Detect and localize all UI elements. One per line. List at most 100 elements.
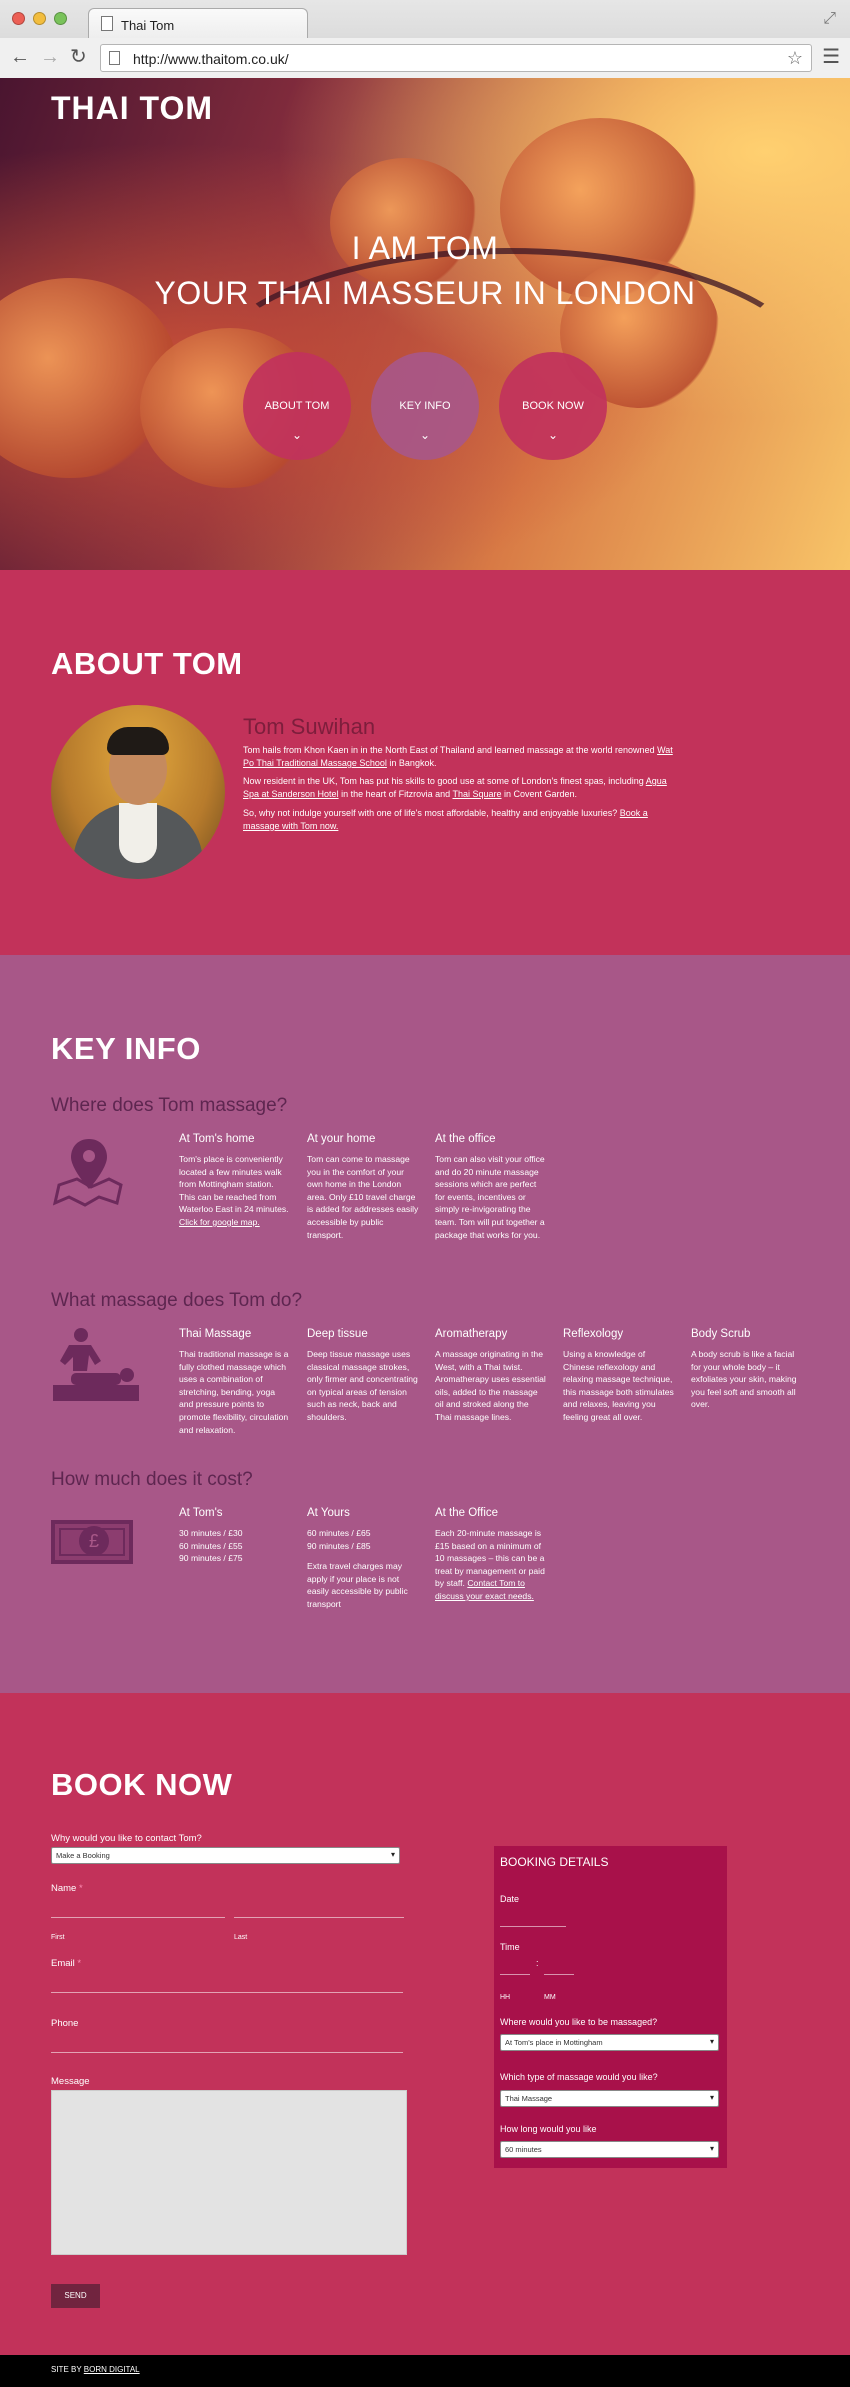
chevron-down-icon: ⌄ bbox=[419, 428, 431, 442]
hero-headline: I AM TOM bbox=[351, 230, 499, 266]
site-logo[interactable]: THAI TOM bbox=[51, 90, 213, 127]
key-info-button[interactable]: KEY INFO ⌄ bbox=[371, 352, 479, 460]
select-arrow-icon: ▾ bbox=[709, 2144, 714, 2153]
cost-col-title: At Yours bbox=[307, 1507, 350, 1519]
chevron-down-icon: ⌄ bbox=[291, 428, 303, 442]
what-col-text: A body scrub is like a facial for your w… bbox=[691, 1349, 797, 1410]
name-label: Name * bbox=[51, 1883, 83, 1894]
hero-section: THAI TOM I AM TOM YOUR THAI MASSEUR IN L… bbox=[0, 78, 850, 570]
avatar bbox=[51, 705, 225, 879]
button-label: ABOUT TOM bbox=[264, 400, 330, 412]
what-col-title: Deep tissue bbox=[307, 1328, 368, 1340]
footer: SITE BY BORN DIGITAL bbox=[0, 2355, 850, 2387]
where-heading: Where does Tom massage? bbox=[51, 1095, 288, 1116]
where-col-text: Tom can come to massage you in the comfo… bbox=[307, 1154, 419, 1240]
close-window-button[interactable] bbox=[12, 12, 25, 25]
minimize-window-button[interactable] bbox=[33, 12, 46, 25]
what-col-title: Body Scrub bbox=[691, 1328, 751, 1340]
where-col-text: Tom can also visit your office and do 20… bbox=[435, 1154, 545, 1240]
cost-col-text: 60 minutes / £65 90 minutes / £85 Extra tr… bbox=[307, 1528, 408, 1609]
browser-tab[interactable]: Thai Tom bbox=[88, 8, 308, 38]
time-label: Time bbox=[500, 1942, 520, 1952]
menu-icon[interactable]: ☰ bbox=[822, 44, 840, 69]
button-label: BOOK NOW bbox=[522, 400, 584, 412]
hero-subheadline: YOUR THAI MASSEUR IN LONDON bbox=[154, 275, 696, 311]
forward-icon[interactable]: → bbox=[40, 46, 60, 68]
tab-strip: Thai Tom ⤢ bbox=[0, 0, 850, 38]
date-input[interactable] bbox=[500, 1926, 566, 1927]
google-map-link[interactable]: Click for google map. bbox=[179, 1217, 260, 1227]
what-col-title: Reflexology bbox=[563, 1328, 624, 1340]
address-bar[interactable]: http://www.thaitom.co.uk/ ☆ bbox=[100, 44, 812, 72]
book-now-title: BOOK NOW bbox=[51, 1767, 233, 1802]
fullscreen-icon[interactable]: ⤢ bbox=[823, 10, 836, 28]
what-col-text: Deep tissue massage uses classical massa… bbox=[307, 1349, 418, 1422]
page-icon bbox=[109, 51, 120, 65]
thai-square-link[interactable]: Thai Square bbox=[452, 789, 501, 799]
about-tom-button[interactable]: ABOUT TOM ⌄ bbox=[243, 352, 351, 460]
where-massage-label: Where would you like to be massaged? bbox=[500, 2017, 658, 2027]
what-col-text: Using a knowledge of Chinese reflexology… bbox=[563, 1349, 674, 1422]
pound-icon: £ bbox=[79, 1526, 109, 1556]
bookmark-star-icon[interactable]: ☆ bbox=[787, 48, 803, 69]
tab-title: Thai Tom bbox=[121, 18, 175, 33]
email-field[interactable] bbox=[51, 1992, 403, 1993]
key-info-section: KEY INFO Where does Tom massage? At Tom'… bbox=[0, 955, 850, 1693]
what-col-title: Aromatherapy bbox=[435, 1328, 508, 1340]
select-arrow-icon: ▾ bbox=[709, 2037, 714, 2046]
send-button[interactable]: SEND bbox=[51, 2284, 100, 2308]
map-pin-icon bbox=[52, 1139, 123, 1207]
where-col-title: At your home bbox=[307, 1133, 376, 1145]
duration-label: How long would you like bbox=[500, 2124, 597, 2134]
maximize-window-button[interactable] bbox=[54, 12, 67, 25]
duration-select[interactable]: 60 minutes ▾ bbox=[500, 2141, 719, 2158]
page-icon bbox=[101, 16, 113, 31]
cost-col-title: At the Office bbox=[435, 1507, 499, 1519]
time-separator: : bbox=[536, 1958, 539, 1968]
about-paragraph: So, why not indulge yourself with one of… bbox=[243, 808, 648, 831]
last-name-input[interactable] bbox=[234, 1917, 404, 1918]
select-arrow-icon: ▾ bbox=[390, 1850, 395, 1859]
cost-col-text: Each 20-minute massage is £15 based on a… bbox=[435, 1528, 545, 1601]
massage-type-label: Which type of massage would you like? bbox=[500, 2072, 658, 2082]
key-info-title: KEY INFO bbox=[51, 1031, 201, 1066]
phone-label: Phone bbox=[51, 2018, 79, 2029]
location-select[interactable]: At Tom's place in Mottingham ▾ bbox=[500, 2034, 719, 2051]
first-name-input[interactable] bbox=[51, 1917, 225, 1918]
what-col-title: Thai Massage bbox=[179, 1328, 252, 1340]
button-label: KEY INFO bbox=[399, 400, 451, 412]
what-heading: What massage does Tom do? bbox=[51, 1290, 303, 1311]
back-icon[interactable]: ← bbox=[10, 46, 30, 68]
select-arrow-icon: ▾ bbox=[709, 2093, 714, 2102]
booking-details-title: BOOKING DETAILS bbox=[500, 1855, 609, 1869]
contact-reason-select[interactable]: Make a Booking ▾ bbox=[51, 1847, 400, 1864]
url-text[interactable]: http://www.thaitom.co.uk/ bbox=[133, 51, 289, 67]
about-section: ABOUT TOM Tom Suwihan Tom hails from Kho… bbox=[0, 570, 850, 955]
cost-col-text: 30 minutes / £30 60 minutes / £55 90 minut… bbox=[179, 1528, 243, 1564]
phone-field[interactable] bbox=[51, 2052, 403, 2053]
massage-type-select[interactable]: Thai Massage ▾ bbox=[500, 2090, 719, 2107]
where-col-text: Tom's place is conveniently located a fe… bbox=[179, 1154, 289, 1227]
chevron-down-icon: ⌄ bbox=[547, 428, 559, 442]
message-label: Message bbox=[51, 2076, 90, 2087]
first-name-hint: First bbox=[51, 1934, 65, 1941]
what-col-text: A massage originating in the West, with … bbox=[435, 1349, 546, 1422]
massage-icon bbox=[53, 1328, 139, 1401]
born-digital-link[interactable]: BORN DIGITAL bbox=[84, 2365, 140, 2374]
reload-icon[interactable]: ↻ bbox=[70, 46, 87, 68]
email-label: Email * bbox=[51, 1958, 82, 1969]
about-paragraph: Now resident in the UK, Tom has put his … bbox=[243, 776, 667, 799]
message-textarea[interactable] bbox=[51, 2090, 407, 2255]
cost-col-title: At Tom's bbox=[179, 1507, 223, 1519]
browser-chrome: Thai Tom ⤢ ← → ↻ http://www.thaitom.co.u… bbox=[0, 0, 850, 78]
booking-details-panel: BOOKING DETAILS Date Time : HH MM Where … bbox=[494, 1846, 727, 2168]
site-credit: SITE BY BORN DIGITAL bbox=[51, 2365, 140, 2374]
minute-input[interactable] bbox=[544, 1974, 574, 1975]
minute-hint: MM bbox=[544, 1994, 556, 2001]
book-now-button[interactable]: BOOK NOW ⌄ bbox=[499, 352, 607, 460]
last-name-hint: Last bbox=[234, 1934, 248, 1941]
hour-input[interactable] bbox=[500, 1974, 530, 1975]
banknote-icon: £ bbox=[51, 1520, 133, 1564]
what-col-text: Thai traditional massage is a fully clot… bbox=[179, 1349, 289, 1435]
date-label: Date bbox=[500, 1894, 520, 1904]
